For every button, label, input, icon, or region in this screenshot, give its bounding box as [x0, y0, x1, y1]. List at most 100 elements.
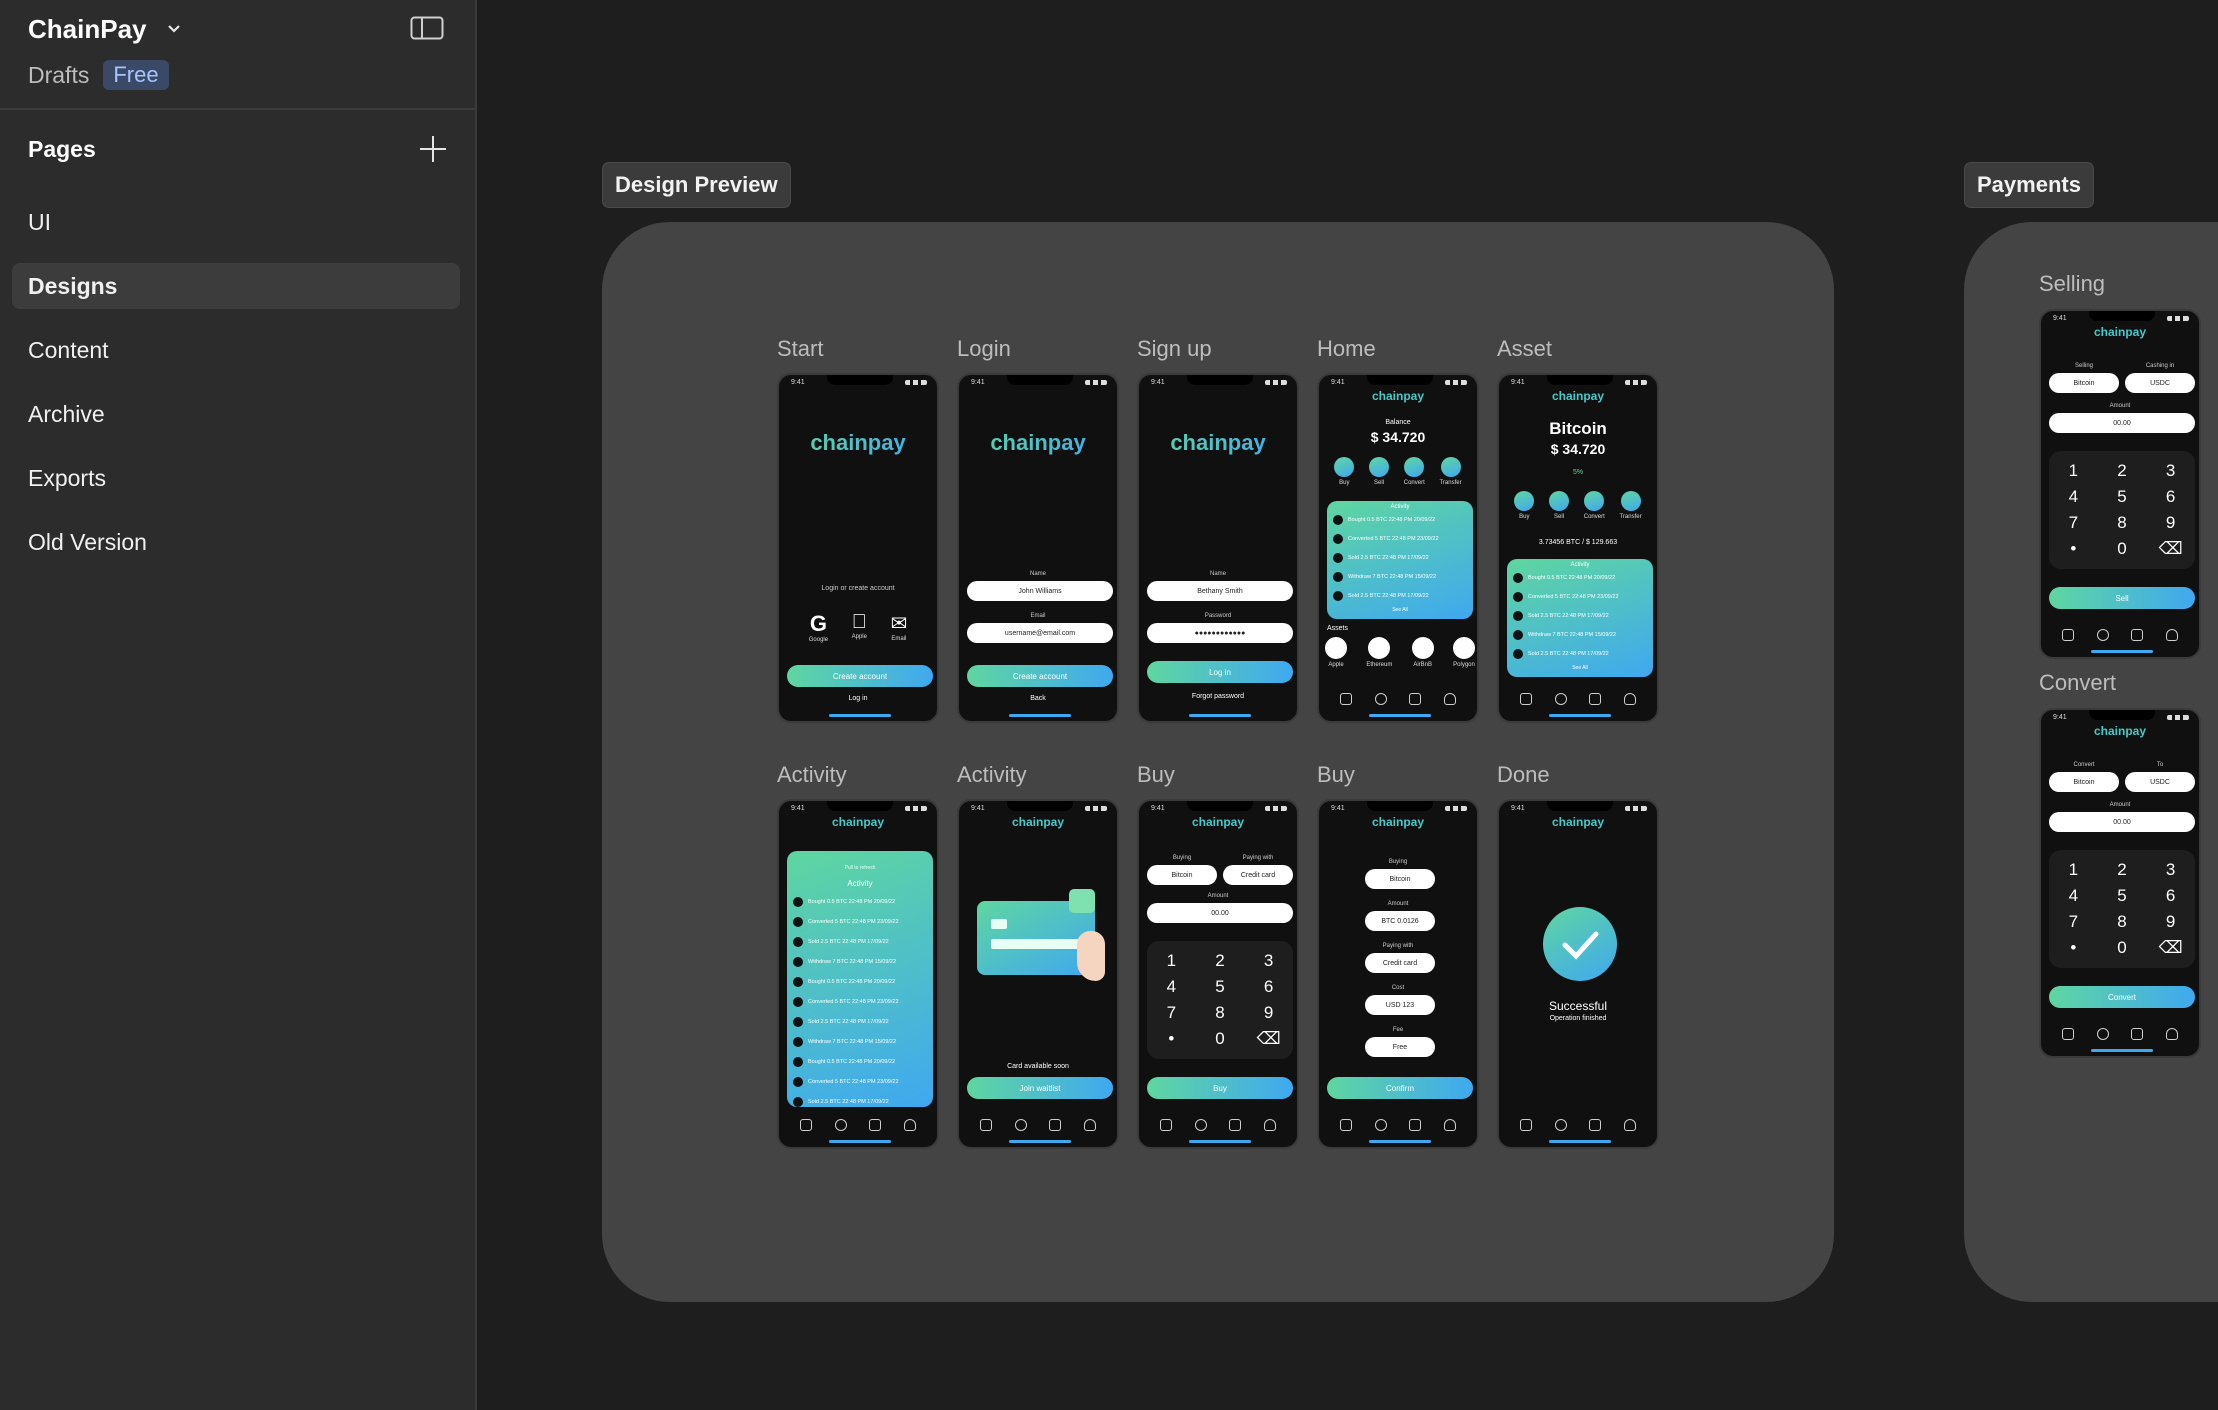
key-4[interactable]: 4 [2049, 886, 2098, 906]
toggle-sidebar-icon[interactable] [410, 16, 444, 40]
key-0[interactable]: 0 [2098, 938, 2147, 958]
screen-asset[interactable]: 9:41 chainpay Bitcoin $ 34.720 5% Buy Se… [1497, 373, 1659, 723]
home-icon[interactable] [2062, 1028, 2075, 1040]
back-link[interactable]: Back [959, 695, 1117, 702]
profile-icon[interactable] [903, 1119, 916, 1131]
apple-option[interactable]: Apple [852, 611, 867, 643]
buy-action[interactable]: Buy [1334, 457, 1355, 486]
activity-row[interactable]: Sold 2.5 BTC 22:48 PM 17/09/22 [793, 1095, 927, 1107]
key-1[interactable]: 1 [2049, 461, 2098, 481]
activity-row[interactable]: Bought 0.5 BTC 22:48 PM 20/09/22 [1333, 513, 1467, 527]
activity-row[interactable]: Sold 2.5 BTC 22:48 PM 17/09/22 [793, 1015, 927, 1029]
email-option[interactable]: ✉ Email [890, 611, 907, 643]
login-button[interactable]: Log in [1147, 661, 1293, 683]
transfer-action[interactable]: Transfer [1439, 457, 1462, 486]
activity-row[interactable]: Withdraw 7 BTC 22:48 PM 15/09/22 [1513, 628, 1647, 642]
create-account-button[interactable]: Create account [787, 665, 933, 687]
add-page-icon[interactable] [420, 136, 446, 162]
screen-login[interactable]: 9:41 chainpay Name John Williams Email u… [957, 373, 1119, 723]
home-icon[interactable] [1520, 693, 1533, 705]
see-all-link[interactable]: See All [1507, 665, 1653, 671]
asset-polygon[interactable]: Polygon [1453, 637, 1475, 668]
history-icon[interactable] [1554, 693, 1567, 705]
profile-icon[interactable] [1623, 693, 1636, 705]
profile-icon[interactable] [1263, 1119, 1276, 1131]
key-1[interactable]: 1 [1147, 951, 1196, 971]
key-9[interactable]: 9 [2146, 513, 2195, 533]
key-3[interactable]: 3 [2146, 860, 2195, 880]
name-field[interactable]: Bethany Smith [1147, 581, 1293, 601]
activity-card[interactable]: Activity Bought 0.5 BTC 22:48 PM 20/09/2… [1327, 501, 1473, 619]
key-2[interactable]: 2 [2098, 860, 2147, 880]
frame-label-payments[interactable]: Payments [1964, 162, 2094, 208]
backspace-icon[interactable]: ⌫ [2146, 938, 2195, 958]
backspace-icon[interactable]: ⌫ [2146, 539, 2195, 559]
key-0[interactable]: 0 [2098, 539, 2147, 559]
key-dot[interactable]: • [1147, 1029, 1196, 1049]
card-icon[interactable] [1229, 1119, 1242, 1131]
key-8[interactable]: 8 [1196, 1003, 1245, 1023]
activity-row[interactable]: Sold 2.5 BTC 22:48 PM 17/09/22 [1333, 589, 1467, 603]
activity-row[interactable]: Withdraw 7 BTC 22:48 PM 15/09/22 [1333, 570, 1467, 584]
activity-row[interactable]: Bought 0.5 BTC 22:48 PM 20/09/22 [793, 895, 927, 909]
activity-row[interactable]: Sold 2.5 BTC 22:48 PM 17/09/22 [1333, 551, 1467, 565]
amount-field[interactable]: 00.00 [1147, 903, 1293, 923]
activity-row[interactable]: Withdraw 7 BTC 22:48 PM 15/09/22 [793, 1035, 927, 1049]
page-item-designs[interactable]: Designs [12, 263, 460, 309]
card-icon[interactable] [1049, 1119, 1062, 1131]
key-3[interactable]: 3 [2146, 461, 2195, 481]
convert-from-select[interactable]: Bitcoin [2049, 772, 2119, 792]
key-9[interactable]: 9 [1244, 1003, 1293, 1023]
convert-action[interactable]: Convert [1584, 491, 1605, 520]
key-6[interactable]: 6 [2146, 886, 2195, 906]
history-icon[interactable] [1194, 1119, 1207, 1131]
amount-field[interactable]: 00.00 [2049, 812, 2195, 832]
convert-button[interactable]: Convert [2049, 986, 2195, 1008]
asset-apple[interactable]: Apple [1325, 637, 1347, 668]
activity-row[interactable]: Converted 5 BTC 22:48 PM 23/09/22 [793, 995, 927, 1009]
confirm-button[interactable]: Confirm [1327, 1077, 1473, 1099]
history-icon[interactable] [1014, 1119, 1027, 1131]
activity-row[interactable]: Converted 5 BTC 22:48 PM 23/09/22 [1513, 590, 1647, 604]
key-4[interactable]: 4 [2049, 487, 2098, 507]
screen-buy-confirm[interactable]: 9:41 chainpay Buying Bitcoin Amount BTC … [1317, 799, 1479, 1149]
screen-done[interactable]: 9:41 chainpay Successful Operation finis… [1497, 799, 1659, 1149]
card-icon[interactable] [869, 1119, 882, 1131]
history-icon[interactable] [1374, 693, 1387, 705]
activity-row[interactable]: Bought 0.5 BTC 22:48 PM 20/09/22 [1513, 571, 1647, 585]
card-icon[interactable] [1409, 693, 1422, 705]
activity-row[interactable]: Converted 5 BTC 22:48 PM 23/09/22 [793, 915, 927, 929]
key-5[interactable]: 5 [2098, 886, 2147, 906]
sell-button[interactable]: Sell [2049, 587, 2195, 609]
page-item-ui[interactable]: UI [12, 199, 460, 245]
key-2[interactable]: 2 [2098, 461, 2147, 481]
screen-selling[interactable]: 9:41 chainpay Selling Cashing in Bitcoin… [2039, 309, 2201, 659]
activity-row[interactable]: Sold 2.5 BTC 22:48 PM 17/09/22 [793, 935, 927, 949]
google-option[interactable]: G Google [809, 611, 828, 643]
profile-icon[interactable] [2165, 629, 2178, 641]
buying-select[interactable]: Bitcoin [1147, 865, 1217, 885]
selling-select[interactable]: Bitcoin [2049, 373, 2119, 393]
key-6[interactable]: 6 [2146, 487, 2195, 507]
profile-icon[interactable] [1443, 1119, 1456, 1131]
key-5[interactable]: 5 [1196, 977, 1245, 997]
key-7[interactable]: 7 [2049, 912, 2098, 932]
backspace-icon[interactable]: ⌫ [1244, 1029, 1293, 1049]
history-icon[interactable] [1374, 1119, 1387, 1131]
key-8[interactable]: 8 [2098, 513, 2147, 533]
card-icon[interactable] [1589, 693, 1602, 705]
home-icon[interactable] [1340, 693, 1353, 705]
amount-field[interactable]: 00.00 [2049, 413, 2195, 433]
screen-start[interactable]: 9:41 chainpay Login or create account GG… [777, 373, 939, 723]
login-link[interactable]: Log in [779, 695, 937, 702]
home-icon[interactable] [2062, 629, 2075, 641]
card-icon[interactable] [2131, 1028, 2144, 1040]
create-account-button[interactable]: Create account [967, 665, 1113, 687]
key-1[interactable]: 1 [2049, 860, 2098, 880]
page-item-old-version[interactable]: Old Version [12, 519, 460, 565]
join-waitlist-button[interactable]: Join waitlist [967, 1077, 1113, 1099]
asset-ethereum[interactable]: Ethereum [1366, 637, 1392, 668]
profile-icon[interactable] [1623, 1119, 1636, 1131]
screen-activity[interactable]: 9:41 chainpay Pull to refresh Activity B… [777, 799, 939, 1149]
paying-select[interactable]: Credit card [1223, 865, 1293, 885]
